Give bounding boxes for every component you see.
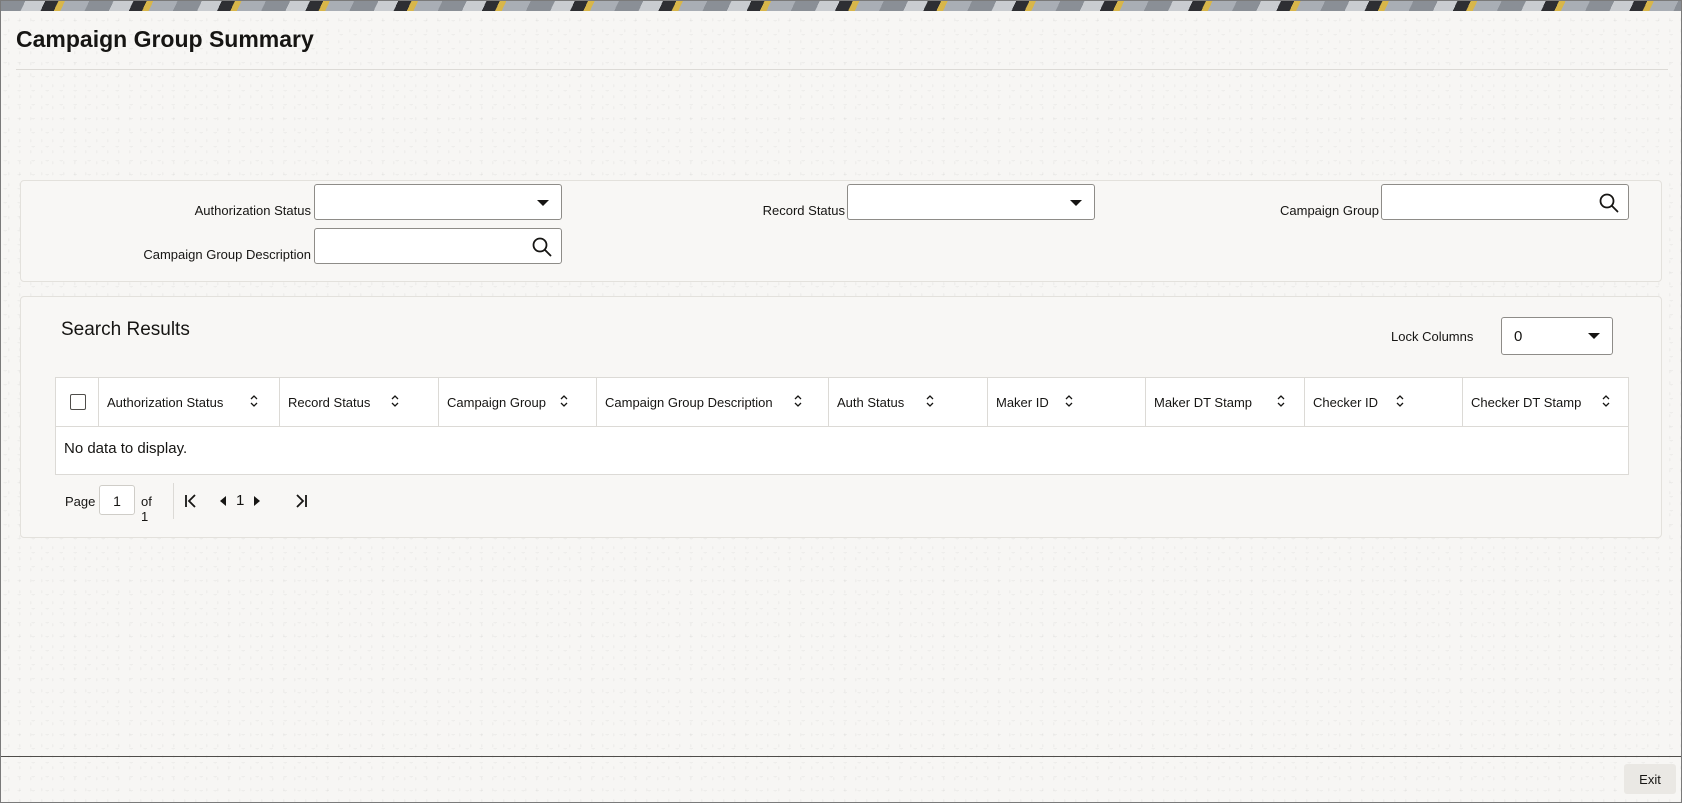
lock-columns-select[interactable]: 0 xyxy=(1501,317,1613,355)
column-label: Maker ID xyxy=(996,395,1049,410)
sort-icon[interactable] xyxy=(1276,394,1286,408)
sort-icon[interactable] xyxy=(1601,394,1611,408)
column-campaign-group-description[interactable]: Campaign Group Description xyxy=(597,378,829,426)
last-page-icon[interactable] xyxy=(293,493,309,509)
page-total-label: of 1 xyxy=(141,494,152,524)
column-record-status[interactable]: Record Status xyxy=(280,378,439,426)
next-page-icon[interactable] xyxy=(249,493,265,509)
select-all-checkbox[interactable] xyxy=(70,394,86,410)
column-maker-id[interactable]: Maker ID xyxy=(988,378,1146,426)
column-checker-id[interactable]: Checker ID xyxy=(1305,378,1463,426)
column-label: Checker DT Stamp xyxy=(1471,395,1582,410)
column-label: Checker ID xyxy=(1313,395,1379,410)
sort-icon[interactable] xyxy=(390,394,400,408)
pager-divider xyxy=(173,483,174,519)
header-banner xyxy=(1,1,1681,11)
first-page-icon[interactable] xyxy=(183,493,199,509)
column-label: Campaign Group xyxy=(447,395,546,410)
campaign-group-description-label: Campaign Group Description xyxy=(143,247,311,262)
campaign-group-description-input[interactable] xyxy=(314,228,562,264)
column-maker-dt-stamp[interactable]: Maker DT Stamp xyxy=(1146,378,1305,426)
caret-down-icon xyxy=(1588,333,1600,339)
column-label: Maker DT Stamp xyxy=(1154,395,1253,410)
column-auth-status[interactable]: Auth Status xyxy=(829,378,988,426)
authorization-status-label: Authorization Status xyxy=(194,203,311,218)
lock-columns-label: Lock Columns xyxy=(1391,329,1474,344)
column-label: Auth Status xyxy=(837,395,905,410)
sort-icon[interactable] xyxy=(249,394,259,408)
column-campaign-group[interactable]: Campaign Group xyxy=(439,378,597,426)
nav-page-number: 1 xyxy=(236,492,245,509)
search-results-title: Search Results xyxy=(61,319,190,340)
authorization-status-select[interactable] xyxy=(314,184,562,220)
select-all-column xyxy=(56,378,99,426)
previous-page-icon[interactable] xyxy=(215,493,231,509)
campaign-group-input[interactable] xyxy=(1381,184,1629,220)
column-label: Record Status xyxy=(288,395,371,410)
footer-divider xyxy=(1,756,1681,757)
search-criteria-panel: Authorization Status Record Status Campa… xyxy=(20,180,1662,282)
search-icon[interactable] xyxy=(531,236,553,258)
page-title: Campaign Group Summary xyxy=(16,26,314,52)
results-table: Authorization Status Record Status Campa… xyxy=(55,377,1629,475)
caret-down-icon xyxy=(537,200,549,206)
column-label: Campaign Group Description xyxy=(605,395,773,410)
column-checker-dt-stamp[interactable]: Checker DT Stamp xyxy=(1463,378,1628,426)
search-icon[interactable] xyxy=(1598,192,1620,214)
lock-columns-value: 0 xyxy=(1514,328,1523,345)
search-results-panel: Search Results Lock Columns 0 Authorizat… xyxy=(20,296,1662,538)
column-label: Authorization Status xyxy=(107,395,224,410)
record-status-label: Record Status xyxy=(762,203,845,218)
sort-icon[interactable] xyxy=(793,394,803,408)
no-data-message: No data to display. xyxy=(64,440,188,457)
record-status-select[interactable] xyxy=(847,184,1095,220)
sort-icon[interactable] xyxy=(1064,394,1074,408)
sort-icon[interactable] xyxy=(1395,394,1405,408)
column-authorization-status[interactable]: Authorization Status xyxy=(99,378,280,426)
caret-down-icon xyxy=(1070,200,1082,206)
exit-button[interactable]: Exit xyxy=(1624,764,1676,794)
table-header: Authorization Status Record Status Campa… xyxy=(56,378,1628,427)
page-label: Page xyxy=(65,494,96,509)
title-divider xyxy=(16,69,1668,70)
current-page-input[interactable]: 1 xyxy=(99,485,135,515)
sort-icon[interactable] xyxy=(925,394,935,408)
campaign-group-label: Campaign Group xyxy=(1280,203,1379,218)
sort-icon[interactable] xyxy=(559,394,569,408)
